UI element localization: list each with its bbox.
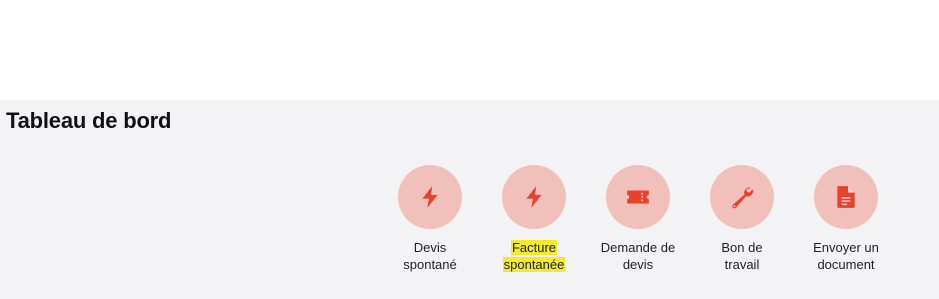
- ticket-icon: [627, 190, 649, 204]
- top-blank-area: [0, 0, 939, 100]
- quick-action-label[interactable]: Devis spontané: [380, 239, 480, 273]
- quick-action-facture-spontanee[interactable]: Facture spontanée: [482, 165, 586, 273]
- page-title: Tableau de bord: [6, 108, 172, 133]
- quick-action-label[interactable]: Facture spontanée: [484, 239, 584, 273]
- dashboard-content: Tableau de bord Devis spontané Facture s: [0, 100, 939, 299]
- quick-action-label[interactable]: Envoyer un document: [796, 239, 896, 273]
- quick-action-demande-de-devis[interactable]: Demande de devis: [586, 165, 690, 273]
- quick-action-bon-de-travail[interactable]: Bon de travail: [690, 165, 794, 273]
- quick-action-label[interactable]: Demande de devis: [588, 239, 688, 273]
- quick-actions: Devis spontané Facture spontanée Demande…: [378, 165, 898, 273]
- wrench-icon: [732, 187, 753, 209]
- quick-action-icon-circle[interactable]: [606, 165, 670, 229]
- quick-action-label[interactable]: Bon de travail: [692, 239, 792, 273]
- quick-action-devis-spontane[interactable]: Devis spontané: [378, 165, 482, 273]
- lightning-icon: [526, 186, 542, 208]
- quick-action-envoyer-un-document[interactable]: Envoyer un document: [794, 165, 898, 273]
- quick-action-icon-circle[interactable]: [710, 165, 774, 229]
- quick-action-icon-circle[interactable]: [814, 165, 878, 229]
- document-icon: [837, 186, 855, 208]
- quick-action-icon-circle[interactable]: [502, 165, 566, 229]
- lightning-icon: [422, 186, 438, 208]
- quick-action-icon-circle[interactable]: [398, 165, 462, 229]
